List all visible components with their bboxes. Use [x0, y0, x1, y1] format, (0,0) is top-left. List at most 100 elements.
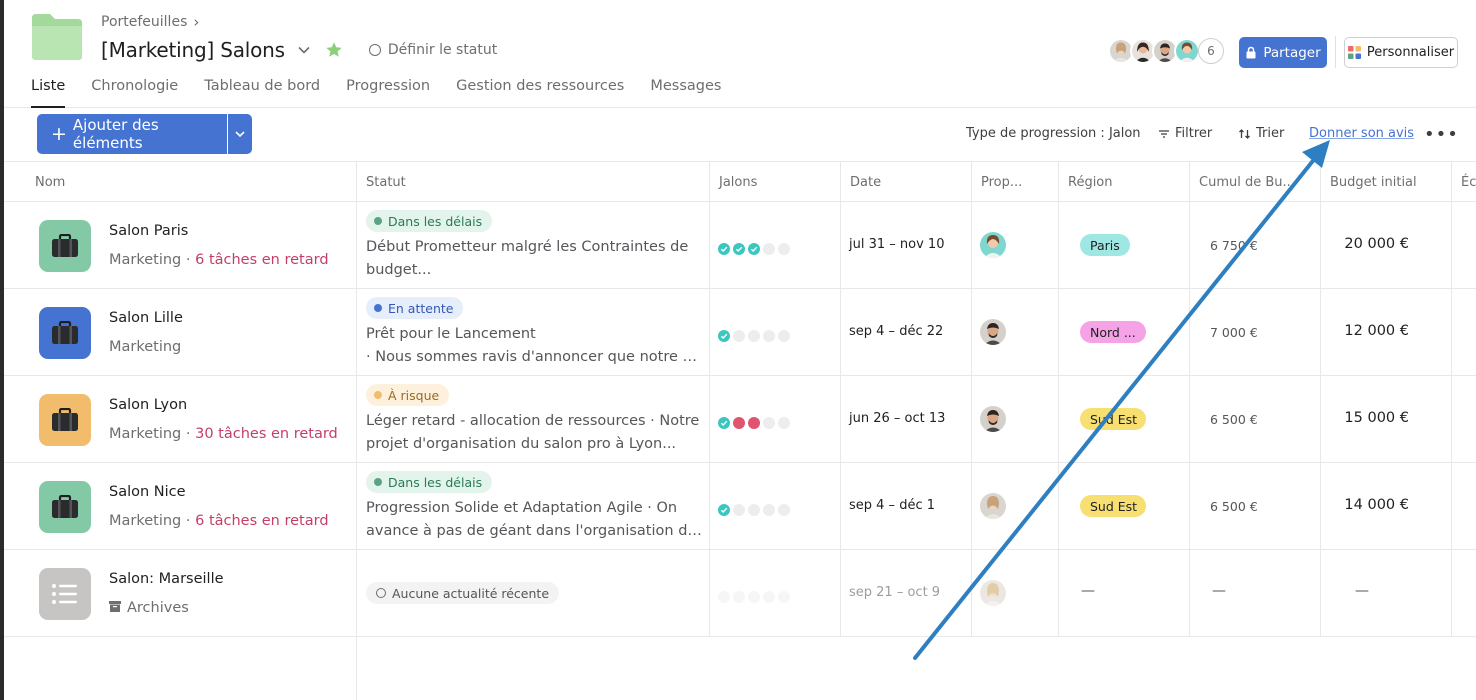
- date-cell[interactable]: sep 21 – oct 9: [840, 550, 971, 637]
- initial-budget-cell[interactable]: 12 000 €: [1320, 289, 1451, 376]
- table-row[interactable]: Salon Lyon Marketing · 30 tâches en retar…: [4, 376, 1476, 463]
- chevron-down-icon[interactable]: [297, 43, 311, 57]
- column-header-status[interactable]: Statut: [356, 162, 709, 202]
- initial-budget-cell[interactable]: 20 000 €: [1320, 202, 1451, 289]
- date-cell[interactable]: jul 31 – nov 10: [840, 202, 971, 289]
- initial-budget-value: 14 000 €: [1344, 497, 1409, 513]
- feedback-link[interactable]: Donner son avis: [1309, 126, 1414, 141]
- tab-timeline[interactable]: Chronologie: [91, 78, 178, 108]
- name-cell[interactable]: Salon Nice Marketing · 6 tâches en retard: [4, 463, 356, 550]
- customize-button[interactable]: Personnaliser: [1344, 37, 1458, 68]
- variance-cell[interactable]: [1451, 289, 1476, 376]
- column-header-cumulative-budget[interactable]: Cumul de Bu...: [1189, 162, 1320, 202]
- sort-label: Trier: [1256, 126, 1285, 141]
- table-row[interactable]: Salon Paris Marketing · 6 tâches en retar…: [4, 202, 1476, 289]
- star-icon[interactable]: [325, 41, 343, 59]
- project-name[interactable]: Salon Lille: [109, 310, 183, 326]
- column-header-name[interactable]: Nom: [4, 162, 356, 202]
- column-header-milestones[interactable]: Jalons: [709, 162, 840, 202]
- variance-cell[interactable]: [1451, 376, 1476, 463]
- sort-button[interactable]: Trier: [1238, 126, 1284, 141]
- initial-budget-cell[interactable]: 15 000 €: [1320, 376, 1451, 463]
- variance-cell[interactable]: [1451, 463, 1476, 550]
- name-cell[interactable]: Salon: Marseille Archives: [4, 550, 356, 637]
- tab-list[interactable]: Liste: [31, 78, 66, 108]
- milestones-cell[interactable]: [709, 550, 840, 637]
- date-cell[interactable]: sep 4 – déc 22: [840, 289, 971, 376]
- briefcase-icon: [39, 481, 91, 533]
- region-cell[interactable]: Sud Est: [1058, 376, 1189, 463]
- project-name[interactable]: Salon Nice: [109, 484, 186, 500]
- page-title[interactable]: [Marketing] Salons: [101, 38, 285, 62]
- milestones-cell[interactable]: [709, 376, 840, 463]
- column-header-variance[interactable]: Éca: [1451, 162, 1476, 202]
- cumulative-budget-cell[interactable]: 6 500 €: [1189, 376, 1320, 463]
- cumulative-budget-cell[interactable]: 6 750 €: [1189, 202, 1320, 289]
- column-header-initial-budget[interactable]: Budget initial: [1320, 162, 1451, 202]
- add-items-button[interactable]: + Ajouter des éléments: [37, 114, 227, 154]
- table-row[interactable]: Salon Nice Marketing · 6 tâches en retard…: [4, 463, 1476, 550]
- share-button[interactable]: Partager: [1239, 37, 1327, 68]
- status-cell[interactable]: Dans les délais Début Prometteur malgré l…: [356, 202, 709, 289]
- more-options-icon[interactable]: •••: [1424, 124, 1459, 145]
- date-cell[interactable]: sep 4 – déc 1: [840, 463, 971, 550]
- column-header-owner[interactable]: Prop...: [971, 162, 1058, 202]
- name-cell[interactable]: Salon Paris Marketing · 6 tâches en retar…: [4, 202, 356, 289]
- status-cell[interactable]: Dans les délais Progression Solide et Ada…: [356, 463, 709, 550]
- milestones-cell[interactable]: [709, 289, 840, 376]
- column-header-date[interactable]: Date: [840, 162, 971, 202]
- briefcase-icon: [39, 307, 91, 359]
- cumulative-budget-cell[interactable]: 7 000 €: [1189, 289, 1320, 376]
- project-name[interactable]: Salon Lyon: [109, 397, 187, 413]
- set-status-button[interactable]: Définir le statut: [368, 42, 497, 58]
- member-avatars[interactable]: 6: [1108, 38, 1224, 64]
- column-header-region[interactable]: Région: [1058, 162, 1189, 202]
- owner-cell[interactable]: [971, 202, 1058, 289]
- status-label: Dans les délais: [388, 474, 483, 490]
- project-name[interactable]: Salon: Marseille: [109, 571, 224, 587]
- region-cell[interactable]: Nord ...: [1058, 289, 1189, 376]
- variance-cell[interactable]: [1451, 550, 1476, 637]
- status-circle-icon: [376, 588, 386, 598]
- tab-messages[interactable]: Messages: [650, 78, 721, 108]
- initial-budget-cell[interactable]: —: [1320, 550, 1451, 637]
- owner-cell[interactable]: [971, 289, 1058, 376]
- status-badge: À risque: [366, 384, 450, 406]
- table-row[interactable]: Salon: Marseille Archives Aucune actualité…: [4, 550, 1476, 637]
- breadcrumb[interactable]: Portefeuilles ›: [101, 13, 199, 31]
- variance-cell[interactable]: [1451, 202, 1476, 289]
- status-cell[interactable]: À risque Léger retard - allocation de res…: [356, 376, 709, 463]
- initial-budget-cell[interactable]: 14 000 €: [1320, 463, 1451, 550]
- late-tasks-count[interactable]: 6 tâches en retard: [195, 513, 328, 529]
- owner-cell[interactable]: [971, 376, 1058, 463]
- tab-progress[interactable]: Progression: [346, 78, 430, 108]
- add-items-dropdown[interactable]: [228, 114, 252, 154]
- member-count-badge[interactable]: 6: [1198, 38, 1224, 64]
- name-cell[interactable]: Salon Lyon Marketing · 30 tâches en retar…: [4, 376, 356, 463]
- owner-cell[interactable]: [971, 463, 1058, 550]
- milestones-cell[interactable]: [709, 202, 840, 289]
- tab-dashboard[interactable]: Tableau de bord: [204, 78, 320, 108]
- region-cell[interactable]: —: [1058, 550, 1189, 637]
- late-tasks-count[interactable]: 30 tâches en retard: [195, 426, 338, 442]
- cumulative-budget-cell[interactable]: 6 500 €: [1189, 463, 1320, 550]
- owner-cell[interactable]: [971, 550, 1058, 637]
- region-cell[interactable]: Paris: [1058, 202, 1189, 289]
- date-cell[interactable]: jun 26 – oct 13: [840, 376, 971, 463]
- name-cell[interactable]: Salon Lille Marketing: [4, 289, 356, 376]
- initial-budget-value: 15 000 €: [1344, 410, 1409, 426]
- status-cell[interactable]: Aucune actualité récente: [356, 550, 709, 637]
- late-tasks-count[interactable]: 6 tâches en retard: [195, 252, 328, 268]
- table-row[interactable]: Salon Lille Marketing En attente Prêt pour …: [4, 289, 1476, 376]
- filter-button[interactable]: Filtrer: [1158, 126, 1212, 141]
- project-name[interactable]: Salon Paris: [109, 223, 188, 239]
- cumulative-budget-value: 6 500 €: [1210, 412, 1258, 427]
- tab-resources[interactable]: Gestion des ressources: [456, 78, 624, 108]
- region-cell[interactable]: Sud Est: [1058, 463, 1189, 550]
- status-cell[interactable]: En attente Prêt pour le Lancement · Nous s…: [356, 289, 709, 376]
- breadcrumb-portfolios[interactable]: Portefeuilles: [101, 14, 187, 30]
- progress-type-button[interactable]: Type de progression : Jalon: [966, 126, 1141, 141]
- cumulative-budget-cell[interactable]: —: [1189, 550, 1320, 637]
- milestones-cell[interactable]: [709, 463, 840, 550]
- milestone-empty-icon: [748, 501, 760, 516]
